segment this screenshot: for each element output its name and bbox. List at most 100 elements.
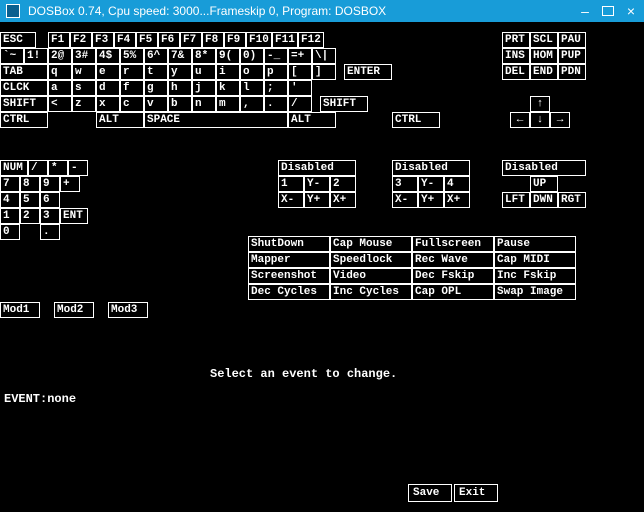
joy2-xminus[interactable]: X- (392, 192, 418, 208)
key-end[interactable]: END (530, 64, 558, 80)
mod3-button[interactable]: Mod3 (108, 302, 148, 318)
action-pause[interactable]: Pause (494, 236, 576, 252)
close-button[interactable]: × (624, 4, 638, 18)
key-k[interactable]: k (216, 80, 240, 96)
numpad-3[interactable]: 3 (40, 208, 60, 224)
key-right[interactable]: → (550, 112, 570, 128)
key-comma[interactable]: , (240, 96, 264, 112)
key-v[interactable]: v (144, 96, 168, 112)
key-g[interactable]: g (144, 80, 168, 96)
key-backslash[interactable]: \| (312, 48, 336, 64)
key-pau[interactable]: PAU (558, 32, 586, 48)
minimize-button[interactable]: – (578, 4, 592, 18)
key-tab[interactable]: TAB (0, 64, 48, 80)
key-minus[interactable]: -_ (264, 48, 288, 64)
key-b[interactable]: b (168, 96, 192, 112)
joy1-b1[interactable]: 1 (278, 176, 304, 192)
key-e[interactable]: e (96, 64, 120, 80)
maximize-button[interactable] (602, 6, 614, 16)
key-lalt[interactable]: ALT (96, 112, 144, 128)
key-f[interactable]: f (120, 80, 144, 96)
key-a[interactable]: a (48, 80, 72, 96)
numpad-8[interactable]: 8 (20, 176, 40, 192)
key-semicolon[interactable]: ; (264, 80, 288, 96)
key-5[interactable]: 5% (120, 48, 144, 64)
numpad-7[interactable]: 7 (0, 176, 20, 192)
key-2[interactable]: 2@ (48, 48, 72, 64)
action-mapper[interactable]: Mapper (248, 252, 330, 268)
action-shutdown[interactable]: ShutDown (248, 236, 330, 252)
key-pup[interactable]: PUP (558, 48, 586, 64)
exit-button[interactable]: Exit (454, 484, 498, 502)
key-y[interactable]: y (168, 64, 192, 80)
action-capmouse[interactable]: Cap Mouse (330, 236, 412, 252)
key-less[interactable]: < (48, 96, 72, 112)
key-slash[interactable]: / (288, 96, 312, 112)
joy1-yminus[interactable]: Y- (304, 176, 330, 192)
key-f5[interactable]: F5 (136, 32, 158, 48)
action-recwave[interactable]: Rec Wave (412, 252, 494, 268)
key-u[interactable]: u (192, 64, 216, 80)
save-button[interactable]: Save (408, 484, 452, 502)
numpad-dot[interactable]: . (40, 224, 60, 240)
key-lshift[interactable]: SHIFT (0, 96, 48, 112)
key-l[interactable]: l (240, 80, 264, 96)
numpad-num[interactable]: NUM (0, 160, 28, 176)
key-9[interactable]: 9( (216, 48, 240, 64)
numpad-5[interactable]: 5 (20, 192, 40, 208)
numpad-sub[interactable]: - (68, 160, 88, 176)
action-decfskip[interactable]: Dec Fskip (412, 268, 494, 284)
action-video[interactable]: Video (330, 268, 412, 284)
key-f2[interactable]: F2 (70, 32, 92, 48)
key-i[interactable]: i (216, 64, 240, 80)
key-f8[interactable]: F8 (202, 32, 224, 48)
action-swapimage[interactable]: Swap Image (494, 284, 576, 300)
key-ralt[interactable]: ALT (288, 112, 336, 128)
key-8[interactable]: 8* (192, 48, 216, 64)
numpad-9[interactable]: 9 (40, 176, 60, 192)
key-f3[interactable]: F3 (92, 32, 114, 48)
action-deccycles[interactable]: Dec Cycles (248, 284, 330, 300)
numpad-ent[interactable]: ENT (60, 208, 88, 224)
action-fullscreen[interactable]: Fullscreen (412, 236, 494, 252)
key-scl[interactable]: SCL (530, 32, 558, 48)
key-3[interactable]: 3# (72, 48, 96, 64)
key-equals[interactable]: =+ (288, 48, 312, 64)
key-0[interactable]: 0) (240, 48, 264, 64)
key-rshift[interactable]: SHIFT (320, 96, 368, 112)
key-r[interactable]: r (120, 64, 144, 80)
key-lctrl[interactable]: CTRL (0, 112, 48, 128)
joy1-yplus[interactable]: Y+ (304, 192, 330, 208)
key-f6[interactable]: F6 (158, 32, 180, 48)
key-f7[interactable]: F7 (180, 32, 202, 48)
key-esc[interactable]: ESC (0, 32, 36, 48)
key-f4[interactable]: F4 (114, 32, 136, 48)
numpad-4[interactable]: 4 (0, 192, 20, 208)
key-j[interactable]: j (192, 80, 216, 96)
key-s[interactable]: s (72, 80, 96, 96)
numpad-2[interactable]: 2 (20, 208, 40, 224)
key-enter[interactable]: ENTER (344, 64, 392, 80)
key-o[interactable]: o (240, 64, 264, 80)
numpad-6[interactable]: 6 (40, 192, 60, 208)
joy3-up[interactable]: UP (530, 176, 558, 192)
key-lbracket[interactable]: [ (288, 64, 312, 80)
key-p[interactable]: p (264, 64, 288, 80)
key-7[interactable]: 7& (168, 48, 192, 64)
key-rbracket[interactable]: ] (312, 64, 336, 80)
key-w[interactable]: w (72, 64, 96, 80)
mod2-button[interactable]: Mod2 (54, 302, 94, 318)
key-period[interactable]: . (264, 96, 288, 112)
key-f1[interactable]: F1 (48, 32, 70, 48)
action-capopl[interactable]: Cap OPL (412, 284, 494, 300)
joy2-yminus[interactable]: Y- (418, 176, 444, 192)
key-pdn[interactable]: PDN (558, 64, 586, 80)
action-inccycles[interactable]: Inc Cycles (330, 284, 412, 300)
joy1-xminus[interactable]: X- (278, 192, 304, 208)
key-clck[interactable]: CLCK (0, 80, 48, 96)
key-space[interactable]: SPACE (144, 112, 288, 128)
key-t[interactable]: t (144, 64, 168, 80)
key-4[interactable]: 4$ (96, 48, 120, 64)
numpad-0[interactable]: 0 (0, 224, 20, 240)
key-prt[interactable]: PRT (502, 32, 530, 48)
